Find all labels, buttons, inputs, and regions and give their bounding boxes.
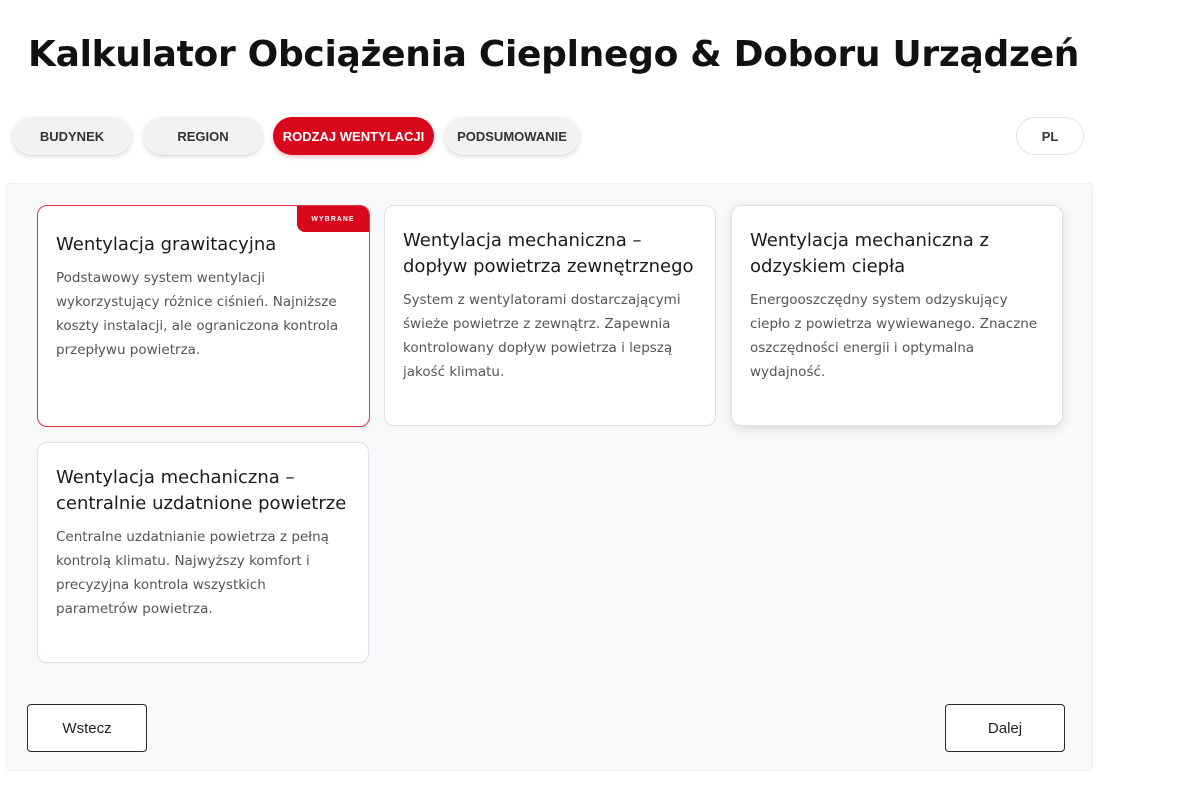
option-description: Centralne uzdatnianie powietrza z pełną … [56,529,329,617]
next-button[interactable]: Dalej [945,704,1065,752]
option-card-grawitacyjna[interactable]: WYBRANE Wentylacja grawitacyjna Podstawo… [37,205,370,427]
option-card-mechaniczna-doplyw[interactable]: Wentylacja mechaniczna – dopływ powietrz… [384,205,716,426]
back-button[interactable]: Wstecz [27,704,147,752]
option-description: System z wentylatorami dostarczającymi ś… [403,292,681,380]
tab-rodzaj-wentylacji[interactable]: RODZAJ WENTYLACJI [273,117,434,155]
tab-budynek[interactable]: BUDYNEK [12,117,132,155]
option-title: Wentylacja mechaniczna – dopływ powietrz… [403,230,694,277]
page-title: Kalkulator Obciążenia Cieplnego & Doboru… [28,34,1080,75]
option-title: Wentylacja grawitacyjna [56,234,277,255]
language-button[interactable]: PL [1016,117,1084,155]
ventilation-options-panel: WYBRANE Wentylacja grawitacyjna Podstawo… [6,183,1093,771]
selected-badge: WYBRANE [297,206,369,232]
option-card-mechaniczna-centralna[interactable]: Wentylacja mechaniczna – centralnie uzda… [37,442,369,663]
step-tabs: BUDYNEK REGION RODZAJ WENTYLACJI PODSUMO… [12,117,1092,155]
option-description: Energooszczędny system odzyskujący ciepł… [750,292,1038,380]
tab-region[interactable]: REGION [143,117,263,155]
option-title: Wentylacja mechaniczna – centralnie uzda… [56,467,347,514]
option-card-mechaniczna-odzysk[interactable]: Wentylacja mechaniczna z odzyskiem ciepł… [731,205,1063,426]
tab-podsumowanie[interactable]: PODSUMOWANIE [444,117,580,155]
option-description: Podstawowy system wentylacji wykorzystuj… [56,270,339,358]
option-title: Wentylacja mechaniczna z odzyskiem ciepł… [750,230,989,277]
